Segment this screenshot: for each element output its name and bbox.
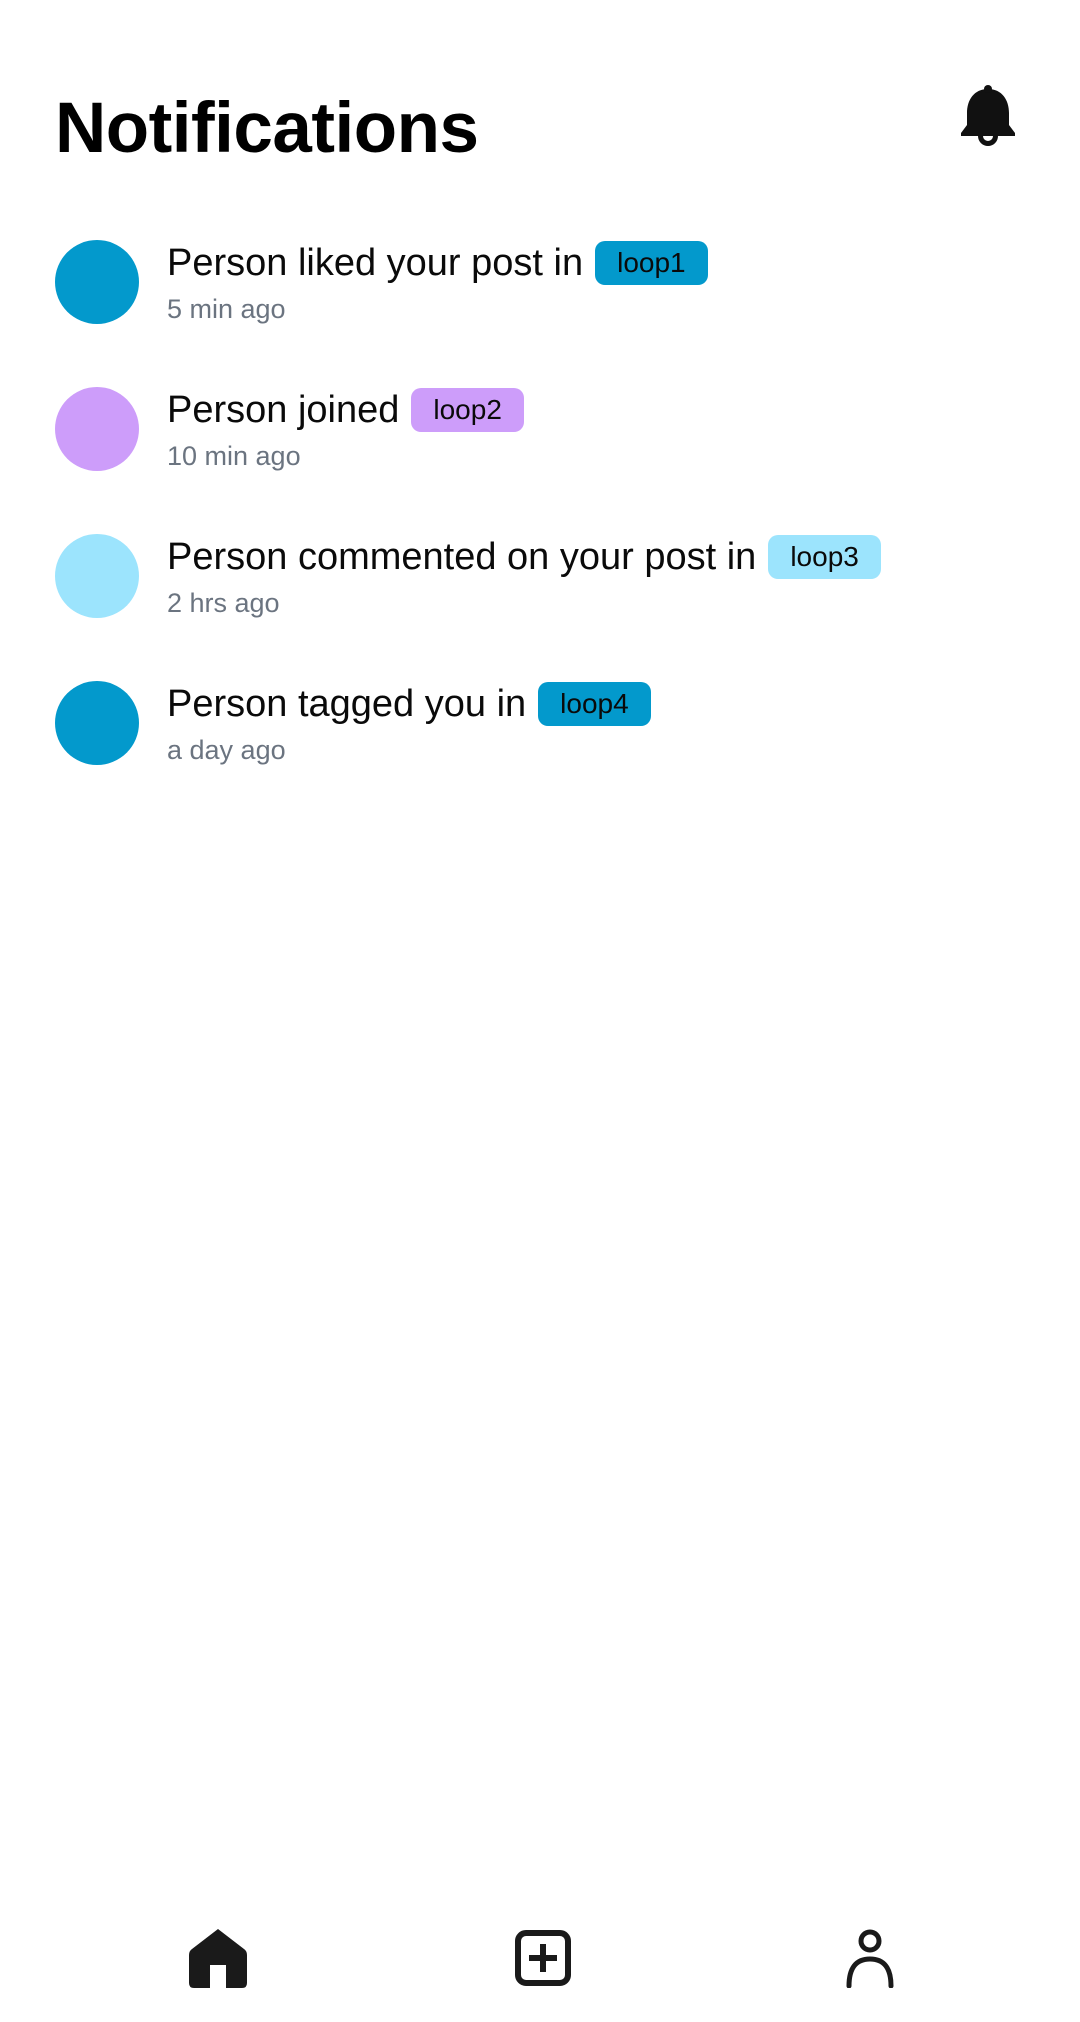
loop-tag[interactable]: loop2 bbox=[411, 388, 524, 432]
bottom-nav bbox=[0, 1905, 1080, 2022]
notification-item[interactable]: Person joined loop2 10 min ago bbox=[0, 375, 1080, 522]
loop-tag[interactable]: loop4 bbox=[538, 682, 651, 726]
notification-item[interactable]: Person tagged you in loop4 a day ago bbox=[0, 669, 1080, 816]
nav-profile-button[interactable] bbox=[835, 1925, 905, 1995]
header: Notifications bbox=[0, 0, 1080, 200]
notification-text: Person tagged you in bbox=[167, 683, 527, 725]
nav-home-button[interactable] bbox=[183, 1925, 253, 1995]
notification-message-line: Person commented on your post in loop3 bbox=[167, 532, 881, 582]
notification-time: 10 min ago bbox=[167, 441, 301, 471]
avatar[interactable] bbox=[55, 240, 139, 324]
notification-time: 5 min ago bbox=[167, 294, 286, 324]
home-icon bbox=[188, 1927, 248, 1994]
notification-message-line: Person tagged you in loop4 bbox=[167, 679, 651, 729]
loop-tag[interactable]: loop3 bbox=[768, 535, 881, 579]
avatar[interactable] bbox=[55, 387, 139, 471]
notification-time: a day ago bbox=[167, 735, 286, 765]
loop-tag[interactable]: loop1 bbox=[595, 241, 708, 285]
notification-text: Person liked your post in bbox=[167, 242, 584, 284]
nav-add-button[interactable] bbox=[508, 1925, 578, 1995]
add-square-icon bbox=[514, 1929, 572, 1992]
avatar[interactable] bbox=[55, 534, 139, 618]
notification-list: Person liked your post in loop1 5 min ag… bbox=[0, 228, 1080, 816]
notification-item[interactable]: Person liked your post in loop1 5 min ag… bbox=[0, 228, 1080, 375]
notification-text: Person joined bbox=[167, 389, 400, 431]
avatar[interactable] bbox=[55, 681, 139, 765]
notification-item[interactable]: Person commented on your post in loop3 2… bbox=[0, 522, 1080, 669]
profile-icon bbox=[845, 1928, 895, 1993]
notification-message-line: Person joined loop2 bbox=[167, 385, 524, 435]
notification-message-line: Person liked your post in loop1 bbox=[167, 238, 708, 288]
notification-time: 2 hrs ago bbox=[167, 588, 280, 618]
page-title: Notifications bbox=[55, 89, 479, 168]
bell-icon[interactable] bbox=[958, 85, 1018, 151]
notification-text: Person commented on your post in bbox=[167, 536, 757, 578]
